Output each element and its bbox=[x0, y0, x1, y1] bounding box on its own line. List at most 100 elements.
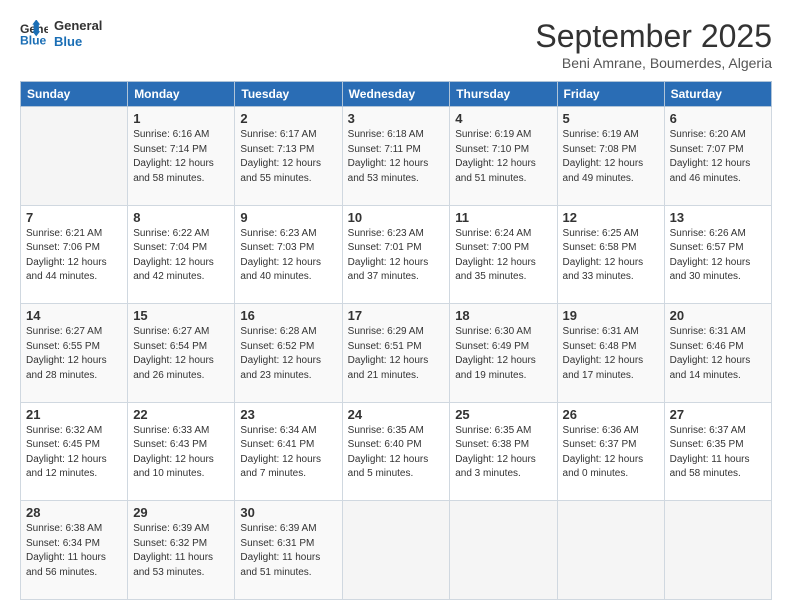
day-number: 25 bbox=[455, 407, 551, 422]
day-number: 20 bbox=[670, 308, 766, 323]
cell-info: Sunrise: 6:22 AM Sunset: 7:04 PM Dayligh… bbox=[133, 227, 229, 285]
calendar-cell: 2 Sunrise: 6:17 AM Sunset: 7:13 PM Daylig… bbox=[235, 107, 342, 206]
cell-info: Sunrise: 6:27 AM Sunset: 6:54 PM Dayligh… bbox=[133, 325, 229, 383]
day-number: 6 bbox=[670, 111, 766, 126]
calendar-cell: 4 Sunrise: 6:19 AM Sunset: 7:10 PM Daylig… bbox=[450, 107, 557, 206]
calendar-cell: 17 Sunrise: 6:29 AM Sunset: 6:51 PM Dayli… bbox=[342, 304, 450, 403]
day-number: 19 bbox=[563, 308, 659, 323]
cell-info: Sunrise: 6:23 AM Sunset: 7:03 PM Dayligh… bbox=[240, 227, 336, 285]
calendar-cell bbox=[450, 501, 557, 600]
calendar-cell: 5 Sunrise: 6:19 AM Sunset: 7:08 PM Daylig… bbox=[557, 107, 664, 206]
calendar-cell: 20 Sunrise: 6:31 AM Sunset: 6:46 PM Dayli… bbox=[664, 304, 771, 403]
calendar-cell: 30 Sunrise: 6:39 AM Sunset: 6:31 PM Dayli… bbox=[235, 501, 342, 600]
cell-info: Sunrise: 6:27 AM Sunset: 6:55 PM Dayligh… bbox=[26, 325, 122, 383]
header-row: SundayMondayTuesdayWednesdayThursdayFrid… bbox=[21, 82, 772, 107]
col-header-saturday: Saturday bbox=[664, 82, 771, 107]
day-number: 10 bbox=[348, 210, 445, 225]
calendar-cell: 7Sunrise: 6:21 AM Sunset: 7:06 PM Daylig… bbox=[21, 205, 128, 304]
header: General Blue General Blue September 2025… bbox=[20, 18, 772, 71]
calendar-cell: 10 Sunrise: 6:23 AM Sunset: 7:01 PM Dayli… bbox=[342, 205, 450, 304]
col-header-thursday: Thursday bbox=[450, 82, 557, 107]
calendar-cell: 16Sunrise: 6:28 AM Sunset: 6:52 PM Dayli… bbox=[235, 304, 342, 403]
logo-icon: General Blue bbox=[20, 20, 48, 48]
cell-info: Sunrise: 6:34 AM Sunset: 6:41 PM Dayligh… bbox=[240, 424, 336, 482]
day-number: 26 bbox=[563, 407, 659, 422]
cell-info: Sunrise: 6:24 AM Sunset: 7:00 PM Dayligh… bbox=[455, 227, 551, 285]
cell-info: Sunrise: 6:28 AM Sunset: 6:52 PM Dayligh… bbox=[240, 325, 336, 383]
cell-info: Sunrise: 6:23 AM Sunset: 7:01 PM Dayligh… bbox=[348, 227, 445, 285]
calendar-cell: 19 Sunrise: 6:31 AM Sunset: 6:48 PM Dayli… bbox=[557, 304, 664, 403]
col-header-friday: Friday bbox=[557, 82, 664, 107]
day-number: 9 bbox=[240, 210, 336, 225]
day-number: 11 bbox=[455, 210, 551, 225]
cell-info: Sunrise: 6:17 AM Sunset: 7:13 PM Dayligh… bbox=[240, 128, 336, 186]
cell-info: Sunrise: 6:39 AM Sunset: 6:32 PM Dayligh… bbox=[133, 522, 229, 580]
week-row-3: 14Sunrise: 6:27 AM Sunset: 6:55 PM Dayli… bbox=[21, 304, 772, 403]
logo: General Blue General Blue bbox=[20, 18, 102, 49]
calendar-page: General Blue General Blue September 2025… bbox=[0, 0, 792, 612]
cell-info: Sunrise: 6:35 AM Sunset: 6:40 PM Dayligh… bbox=[348, 424, 445, 482]
week-row-5: 28 Sunrise: 6:38 AM Sunset: 6:34 PM Dayli… bbox=[21, 501, 772, 600]
calendar-cell bbox=[664, 501, 771, 600]
day-number: 3 bbox=[348, 111, 445, 126]
calendar-cell: 15Sunrise: 6:27 AM Sunset: 6:54 PM Dayli… bbox=[128, 304, 235, 403]
cell-info: Sunrise: 6:25 AM Sunset: 6:58 PM Dayligh… bbox=[563, 227, 659, 285]
location-subtitle: Beni Amrane, Boumerdes, Algeria bbox=[535, 55, 772, 71]
week-row-1: 1Sunrise: 6:16 AM Sunset: 7:14 PM Daylig… bbox=[21, 107, 772, 206]
calendar-cell: 1Sunrise: 6:16 AM Sunset: 7:14 PM Daylig… bbox=[128, 107, 235, 206]
day-number: 12 bbox=[563, 210, 659, 225]
month-title: September 2025 bbox=[535, 18, 772, 55]
col-header-monday: Monday bbox=[128, 82, 235, 107]
calendar-cell: 11 Sunrise: 6:24 AM Sunset: 7:00 PM Dayli… bbox=[450, 205, 557, 304]
calendar-cell: 14Sunrise: 6:27 AM Sunset: 6:55 PM Dayli… bbox=[21, 304, 128, 403]
day-number: 5 bbox=[563, 111, 659, 126]
logo-text: General Blue bbox=[54, 18, 102, 49]
day-number: 28 bbox=[26, 505, 122, 520]
calendar-cell: 18Sunrise: 6:30 AM Sunset: 6:49 PM Dayli… bbox=[450, 304, 557, 403]
day-number: 27 bbox=[670, 407, 766, 422]
calendar-cell: 9 Sunrise: 6:23 AM Sunset: 7:03 PM Daylig… bbox=[235, 205, 342, 304]
calendar-cell: 13Sunrise: 6:26 AM Sunset: 6:57 PM Dayli… bbox=[664, 205, 771, 304]
cell-info: Sunrise: 6:32 AM Sunset: 6:45 PM Dayligh… bbox=[26, 424, 122, 482]
calendar-cell: 3 Sunrise: 6:18 AM Sunset: 7:11 PM Daylig… bbox=[342, 107, 450, 206]
calendar-cell bbox=[21, 107, 128, 206]
day-number: 30 bbox=[240, 505, 336, 520]
day-number: 2 bbox=[240, 111, 336, 126]
cell-info: Sunrise: 6:19 AM Sunset: 7:08 PM Dayligh… bbox=[563, 128, 659, 186]
cell-info: Sunrise: 6:33 AM Sunset: 6:43 PM Dayligh… bbox=[133, 424, 229, 482]
day-number: 1 bbox=[133, 111, 229, 126]
calendar-cell: 28 Sunrise: 6:38 AM Sunset: 6:34 PM Dayli… bbox=[21, 501, 128, 600]
day-number: 21 bbox=[26, 407, 122, 422]
day-number: 18 bbox=[455, 308, 551, 323]
cell-info: Sunrise: 6:19 AM Sunset: 7:10 PM Dayligh… bbox=[455, 128, 551, 186]
col-header-sunday: Sunday bbox=[21, 82, 128, 107]
day-number: 29 bbox=[133, 505, 229, 520]
cell-info: Sunrise: 6:36 AM Sunset: 6:37 PM Dayligh… bbox=[563, 424, 659, 482]
svg-text:Blue: Blue bbox=[20, 33, 47, 47]
cell-info: Sunrise: 6:26 AM Sunset: 6:57 PM Dayligh… bbox=[670, 227, 766, 285]
cell-info: Sunrise: 6:38 AM Sunset: 6:34 PM Dayligh… bbox=[26, 522, 122, 580]
calendar-cell bbox=[342, 501, 450, 600]
day-number: 7 bbox=[26, 210, 122, 225]
day-number: 23 bbox=[240, 407, 336, 422]
day-number: 8 bbox=[133, 210, 229, 225]
calendar-cell: 22 Sunrise: 6:33 AM Sunset: 6:43 PM Dayli… bbox=[128, 402, 235, 501]
day-number: 17 bbox=[348, 308, 445, 323]
cell-info: Sunrise: 6:29 AM Sunset: 6:51 PM Dayligh… bbox=[348, 325, 445, 383]
calendar-cell: 26 Sunrise: 6:36 AM Sunset: 6:37 PM Dayli… bbox=[557, 402, 664, 501]
cell-info: Sunrise: 6:37 AM Sunset: 6:35 PM Dayligh… bbox=[670, 424, 766, 482]
calendar-cell: 21 Sunrise: 6:32 AM Sunset: 6:45 PM Dayli… bbox=[21, 402, 128, 501]
cell-info: Sunrise: 6:18 AM Sunset: 7:11 PM Dayligh… bbox=[348, 128, 445, 186]
cell-info: Sunrise: 6:20 AM Sunset: 7:07 PM Dayligh… bbox=[670, 128, 766, 186]
calendar-table: SundayMondayTuesdayWednesdayThursdayFrid… bbox=[20, 81, 772, 600]
calendar-cell: 23 Sunrise: 6:34 AM Sunset: 6:41 PM Dayli… bbox=[235, 402, 342, 501]
cell-info: Sunrise: 6:31 AM Sunset: 6:48 PM Dayligh… bbox=[563, 325, 659, 383]
cell-info: Sunrise: 6:31 AM Sunset: 6:46 PM Dayligh… bbox=[670, 325, 766, 383]
calendar-cell: 25 Sunrise: 6:35 AM Sunset: 6:38 PM Dayli… bbox=[450, 402, 557, 501]
day-number: 22 bbox=[133, 407, 229, 422]
cell-info: Sunrise: 6:35 AM Sunset: 6:38 PM Dayligh… bbox=[455, 424, 551, 482]
cell-info: Sunrise: 6:39 AM Sunset: 6:31 PM Dayligh… bbox=[240, 522, 336, 580]
col-header-tuesday: Tuesday bbox=[235, 82, 342, 107]
day-number: 4 bbox=[455, 111, 551, 126]
col-header-wednesday: Wednesday bbox=[342, 82, 450, 107]
